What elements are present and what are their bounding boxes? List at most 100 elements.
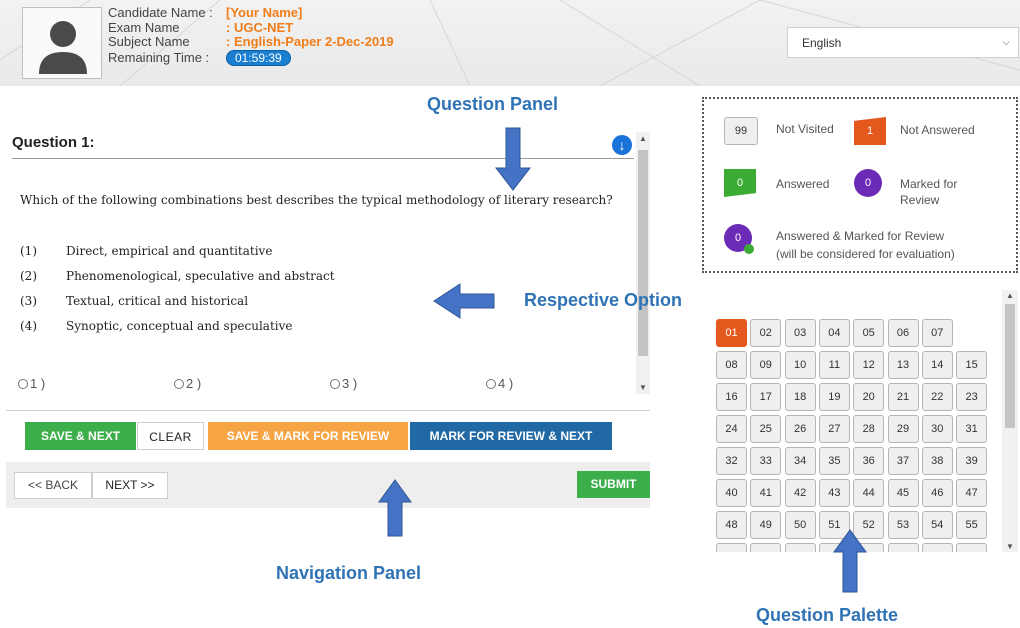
submit-button[interactable]: SUBMIT bbox=[577, 471, 650, 498]
palette-question-10[interactable]: 10 bbox=[784, 351, 816, 379]
candidate-avatar bbox=[22, 7, 102, 79]
palette-question-34[interactable]: 34 bbox=[784, 447, 816, 475]
navigation-bar: << BACK NEXT >> SUBMIT bbox=[6, 462, 650, 508]
palette-question-14[interactable]: 14 bbox=[921, 351, 953, 379]
next-button[interactable]: NEXT >> bbox=[92, 472, 168, 499]
palette-question-03[interactable]: 03 bbox=[784, 319, 816, 347]
palette-question-36[interactable]: 36 bbox=[853, 447, 885, 475]
exam-name-label: Exam Name bbox=[108, 19, 180, 35]
palette-question-39[interactable]: 39 bbox=[956, 447, 988, 475]
palette-question-45[interactable]: 45 bbox=[887, 479, 919, 507]
palette-question-02[interactable]: 02 bbox=[750, 319, 782, 347]
palette-question-01[interactable]: 01 bbox=[716, 319, 747, 347]
language-select[interactable]: English ⌵ bbox=[787, 27, 1019, 58]
palette-question-09[interactable]: 09 bbox=[750, 351, 782, 379]
palette-question-55[interactable]: 55 bbox=[956, 511, 988, 539]
palette-question-57[interactable]: 57 bbox=[750, 543, 782, 552]
palette-question-11[interactable]: 11 bbox=[818, 351, 850, 379]
palette-question-60[interactable]: 60 bbox=[853, 543, 885, 552]
palette-question-17[interactable]: 17 bbox=[750, 383, 782, 411]
palette-scrollbar[interactable]: ▲ ▼ bbox=[1002, 290, 1018, 552]
palette-question-08[interactable]: 08 bbox=[716, 351, 747, 379]
palette-question-18[interactable]: 18 bbox=[784, 383, 816, 411]
palette-question-44[interactable]: 44 bbox=[853, 479, 885, 507]
palette-question-21[interactable]: 21 bbox=[887, 383, 919, 411]
save-and-next-button[interactable]: SAVE & NEXT bbox=[25, 422, 136, 450]
palette-question-49[interactable]: 49 bbox=[750, 511, 782, 539]
palette-question-54[interactable]: 54 bbox=[921, 511, 953, 539]
question-scrollbar[interactable]: ▲ ▼ bbox=[636, 132, 650, 394]
palette-question-30[interactable]: 30 bbox=[921, 415, 953, 443]
palette-question-33[interactable]: 33 bbox=[750, 447, 782, 475]
palette-question-28[interactable]: 28 bbox=[853, 415, 885, 443]
radio-circle-icon bbox=[486, 379, 496, 389]
palette-question-51[interactable]: 51 bbox=[818, 511, 850, 539]
palette-question-47[interactable]: 47 bbox=[956, 479, 988, 507]
palette-question-59[interactable]: 59 bbox=[818, 543, 850, 552]
palette-question-20[interactable]: 20 bbox=[853, 383, 885, 411]
scroll-down-arrow-icon[interactable]: ▼ bbox=[639, 383, 647, 392]
save-and-mark-for-review-button[interactable]: SAVE & MARK FOR REVIEW bbox=[208, 422, 408, 450]
scroll-up-arrow-icon[interactable]: ▲ bbox=[1006, 291, 1014, 300]
palette-question-40[interactable]: 40 bbox=[716, 479, 747, 507]
scrollbar-thumb[interactable] bbox=[638, 150, 648, 356]
palette-question-27[interactable]: 27 bbox=[818, 415, 850, 443]
answer-radio-4[interactable]: 4 ) bbox=[486, 376, 513, 391]
scroll-down-icon[interactable]: ↓ bbox=[612, 135, 632, 155]
palette-question-43[interactable]: 43 bbox=[818, 479, 850, 507]
mark-for-review-and-next-button[interactable]: MARK FOR REVIEW & NEXT bbox=[410, 422, 612, 450]
palette-question-23[interactable]: 23 bbox=[956, 383, 988, 411]
answer-radio-3[interactable]: 3 ) bbox=[330, 376, 357, 391]
scroll-down-arrow-icon[interactable]: ▼ bbox=[1006, 542, 1014, 551]
palette-question-48[interactable]: 48 bbox=[716, 511, 747, 539]
palette-question-25[interactable]: 25 bbox=[750, 415, 782, 443]
palette-question-42[interactable]: 42 bbox=[784, 479, 816, 507]
palette-question-22[interactable]: 22 bbox=[921, 383, 953, 411]
palette-question-07[interactable]: 07 bbox=[921, 319, 953, 347]
palette-question-37[interactable]: 37 bbox=[887, 447, 919, 475]
user-icon bbox=[39, 21, 87, 74]
subject-name-label: Subject Name bbox=[108, 34, 190, 49]
palette-question-12[interactable]: 12 bbox=[853, 351, 885, 379]
palette-question-32[interactable]: 32 bbox=[716, 447, 747, 475]
palette-question-46[interactable]: 46 bbox=[921, 479, 953, 507]
answer-radio-1[interactable]: 1 ) bbox=[18, 376, 45, 391]
question-text: Which of the following combinations best… bbox=[20, 193, 613, 207]
palette-question-52[interactable]: 52 bbox=[853, 511, 885, 539]
palette-question-62[interactable]: 62 bbox=[921, 543, 953, 552]
remaining-time-label: Remaining Time : bbox=[108, 49, 210, 65]
palette-question-05[interactable]: 05 bbox=[853, 319, 885, 347]
palette-question-15[interactable]: 15 bbox=[956, 351, 988, 379]
palette-question-31[interactable]: 31 bbox=[956, 415, 988, 443]
palette-question-41[interactable]: 41 bbox=[750, 479, 782, 507]
scroll-up-arrow-icon[interactable]: ▲ bbox=[639, 134, 647, 143]
palette-question-50[interactable]: 50 bbox=[784, 511, 816, 539]
clear-button[interactable]: CLEAR bbox=[137, 422, 204, 450]
palette-question-29[interactable]: 29 bbox=[887, 415, 919, 443]
question-divider bbox=[12, 158, 634, 159]
palette-question-63[interactable]: 63 bbox=[956, 543, 988, 552]
not-answered-label: Not Answered bbox=[900, 123, 975, 137]
scrollbar-thumb[interactable] bbox=[1005, 304, 1015, 428]
annotation-respective-option: Respective Option bbox=[524, 290, 683, 310]
remaining-time-value: 01:59:39 bbox=[226, 49, 291, 66]
palette-question-06[interactable]: 06 bbox=[887, 319, 919, 347]
answered-and-marked-note: (will be considered for evaluation) bbox=[776, 247, 955, 261]
answer-radio-2[interactable]: 2 ) bbox=[174, 376, 201, 391]
status-legend: 99 Not Visited 1 Not Answered 0 Answered… bbox=[702, 97, 1018, 273]
option-1: (1) Direct, empirical and quantitative bbox=[20, 244, 273, 258]
palette-question-53[interactable]: 53 bbox=[887, 511, 919, 539]
palette-question-16[interactable]: 16 bbox=[716, 383, 747, 411]
palette-question-58[interactable]: 58 bbox=[784, 543, 816, 552]
palette-question-19[interactable]: 19 bbox=[818, 383, 850, 411]
back-button[interactable]: << BACK bbox=[14, 472, 92, 499]
palette-question-35[interactable]: 35 bbox=[818, 447, 850, 475]
annotation-navigation-panel: Navigation Panel bbox=[276, 563, 422, 583]
palette-question-56[interactable]: 56 bbox=[716, 543, 747, 552]
palette-question-38[interactable]: 38 bbox=[921, 447, 953, 475]
palette-question-24[interactable]: 24 bbox=[716, 415, 747, 443]
palette-question-26[interactable]: 26 bbox=[784, 415, 816, 443]
palette-question-04[interactable]: 04 bbox=[818, 319, 850, 347]
palette-question-61[interactable]: 61 bbox=[887, 543, 919, 552]
palette-question-13[interactable]: 13 bbox=[887, 351, 919, 379]
